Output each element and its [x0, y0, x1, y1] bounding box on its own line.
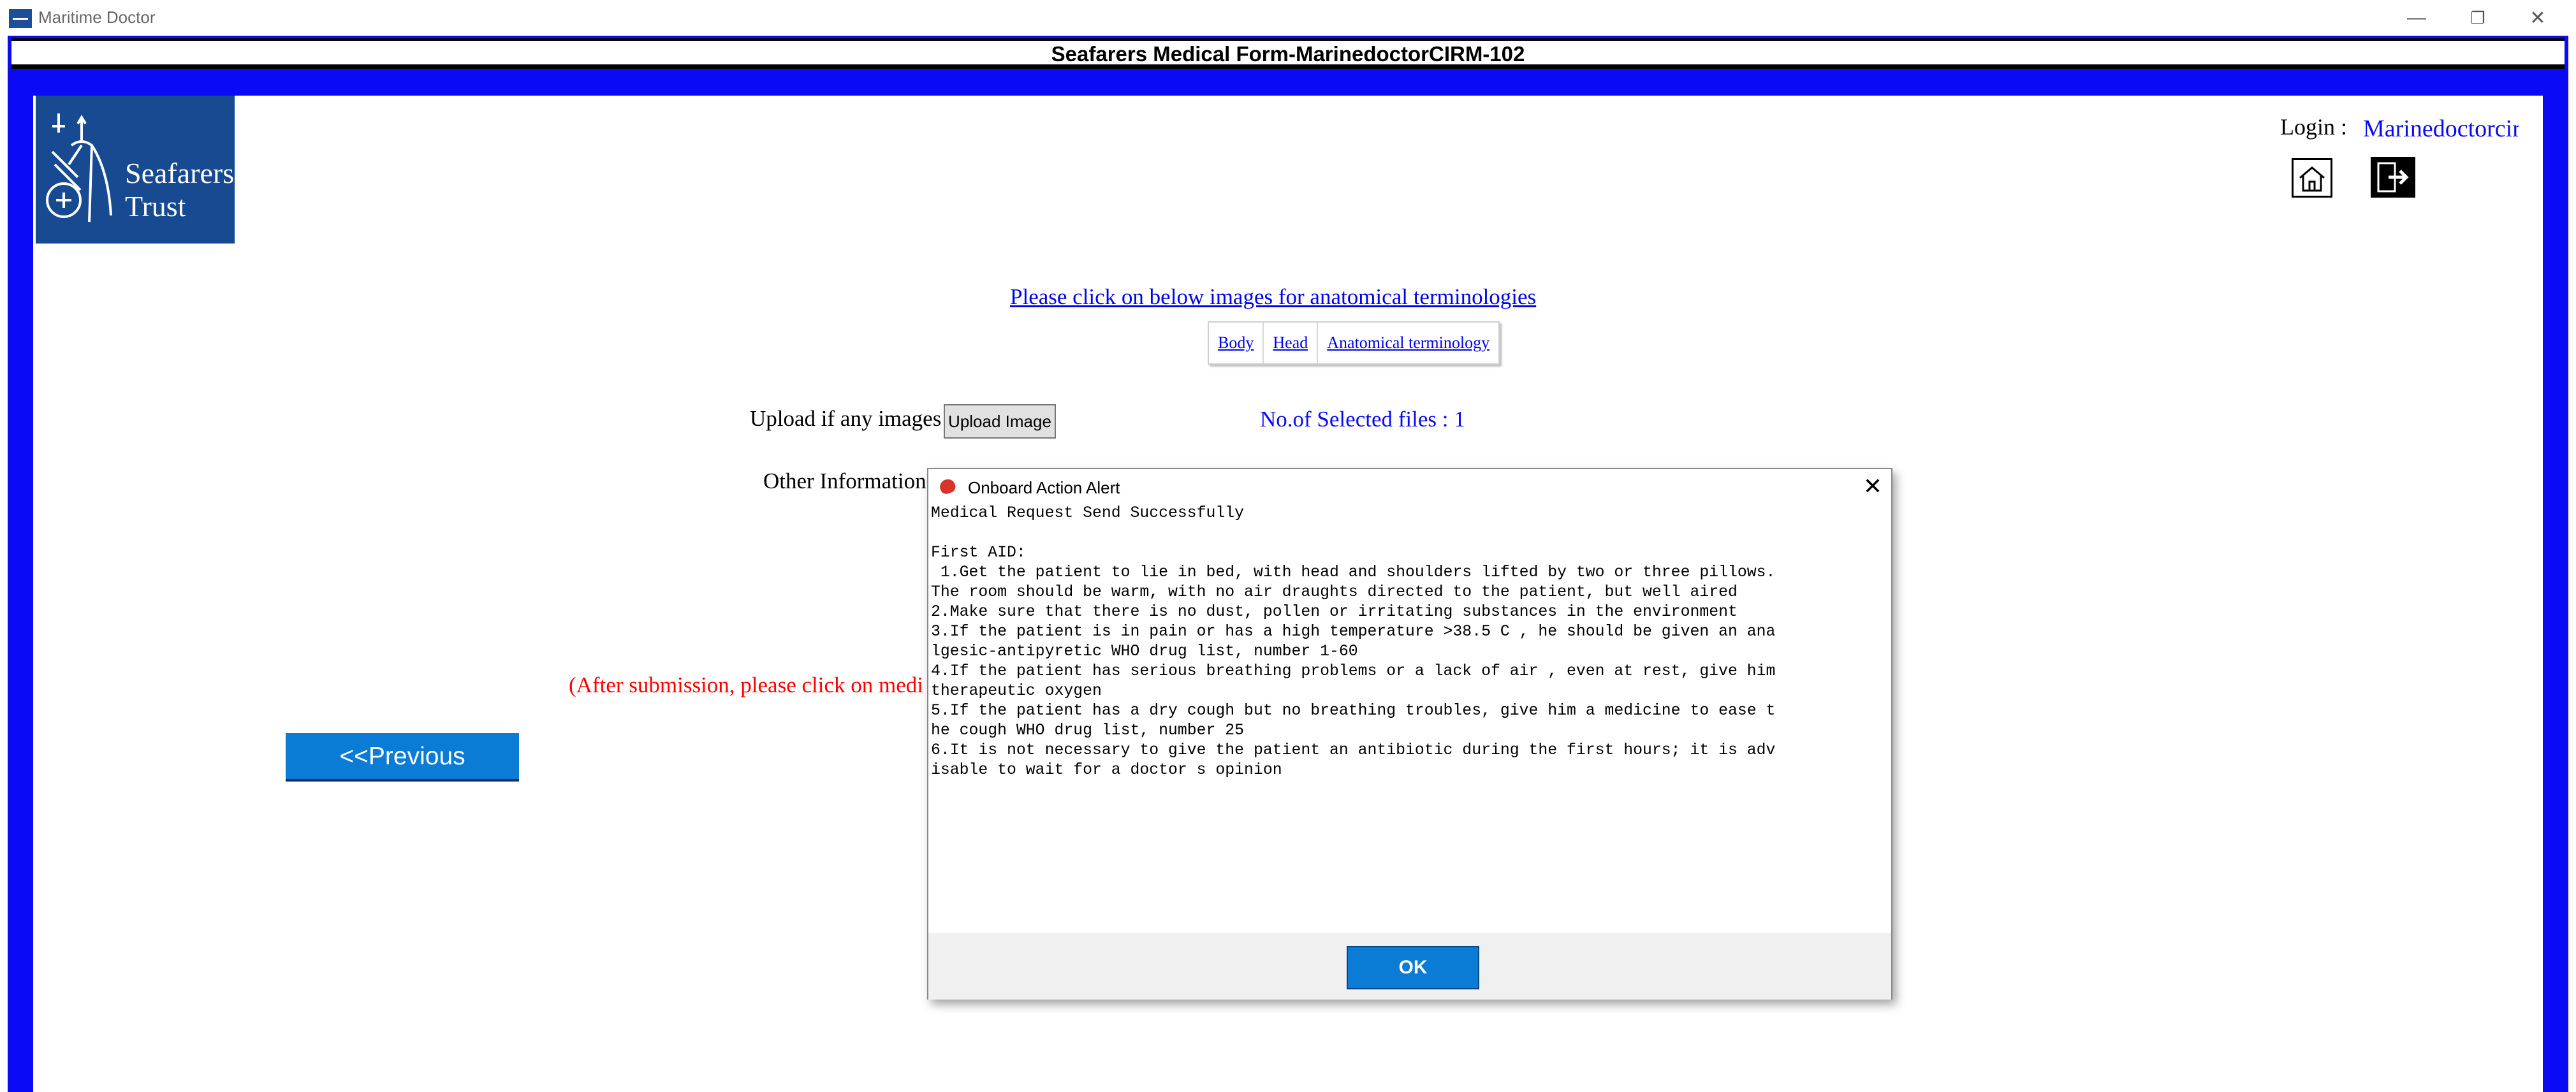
anatomy-tab-head[interactable]: Head — [1264, 323, 1319, 363]
dialog-title: Onboard Action Alert — [968, 478, 1120, 497]
logo-text-line2: Trust — [125, 190, 186, 222]
previous-button[interactable]: <<Previous — [286, 733, 519, 782]
logo-text-line1: Seafarers' — [125, 157, 240, 189]
form-header: Seafarers Medical Form-MarinedoctorCIRM-… — [11, 38, 2565, 69]
onboard-action-alert-dialog: Onboard Action Alert ✕ Medical Request S… — [927, 468, 1892, 1000]
submission-note: (After submission, please click on medi — [569, 673, 923, 697]
minimize-button[interactable]: — — [2391, 3, 2442, 33]
selected-files-count: No.of Selected files : 1 — [1260, 407, 1465, 432]
home-button[interactable] — [2292, 158, 2332, 198]
anatomy-tab-terminology[interactable]: Anatomical terminology — [1318, 323, 1498, 363]
login-label: Login : — [2280, 114, 2347, 140]
maximize-button[interactable]: ❐ — [2452, 3, 2503, 33]
seafarers-trust-logo: Seafarers' Trust — [36, 96, 239, 244]
anatomy-terminology-link[interactable]: Please click on below images for anatomi… — [1010, 284, 1536, 310]
logout-icon — [2377, 162, 2409, 193]
app-title: Maritime Doctor — [38, 8, 156, 27]
window-titlebar — [0, 0, 2576, 36]
logout-button[interactable] — [2371, 157, 2415, 198]
ok-button[interactable]: OK — [1347, 946, 1479, 989]
other-information-label: Other Information — [763, 469, 926, 493]
app-icon — [9, 9, 32, 28]
dialog-message: Medical Request Send Successfully First … — [931, 504, 1776, 779]
upload-label: Upload if any images — [750, 406, 942, 431]
login-username: Marinedoctorcirm — [2363, 115, 2519, 142]
upload-image-button[interactable]: Upload Image — [944, 404, 1056, 439]
anatomy-tab-body[interactable]: Body — [1209, 323, 1264, 363]
dialog-close-button[interactable]: ✕ — [1859, 473, 1886, 500]
home-icon — [2299, 166, 2325, 192]
page-title: Seafarers Medical Form-MarinedoctorCIRM-… — [1051, 42, 1525, 66]
anatomy-tabs: Body Head Anatomical terminology — [1208, 321, 1500, 365]
logo-figure-icon — [46, 113, 112, 222]
dialog-footer: OK — [928, 933, 1891, 1000]
window-close-button[interactable]: ✕ — [2512, 3, 2563, 33]
